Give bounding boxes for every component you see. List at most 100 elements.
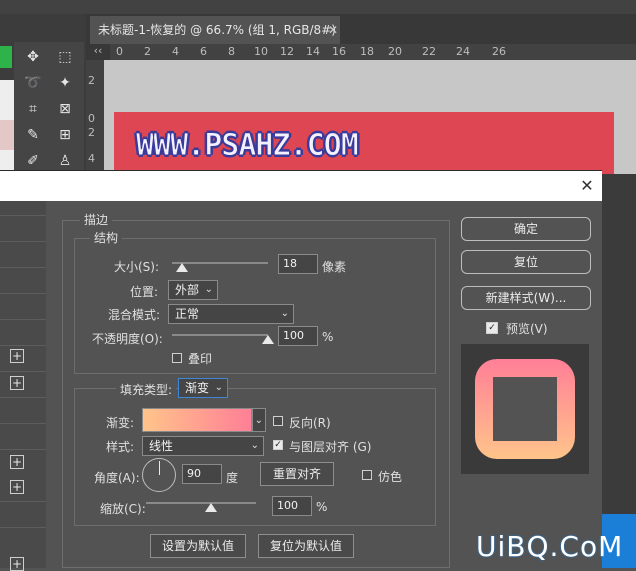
reset-alignment-button[interactable]: 重置对齐 [260, 462, 334, 486]
overprint-label: 叠印 [188, 352, 213, 366]
style-label: 样式: [106, 440, 135, 454]
marquee-tool-icon[interactable]: ⬚ [54, 46, 76, 68]
style-preview [461, 344, 589, 474]
tools-column: ✥ ⬚ ➰ ✦ ⌗ ⊠ ✎ ⊞ ✐ ♙ [14, 42, 84, 174]
blend-mode-value: 正常 [175, 307, 200, 321]
add-effect-plus-icon[interactable]: + [10, 349, 24, 363]
left-edge-swatch [0, 120, 14, 150]
opacity-input[interactable]: 100 [278, 326, 318, 346]
size-input[interactable]: 18 [278, 254, 318, 274]
angle-dial-needle [159, 461, 160, 475]
gradient-swatch[interactable] [142, 408, 252, 432]
size-unit: 像素 [322, 260, 347, 274]
crop-tool-icon[interactable]: ⌗ [22, 98, 44, 120]
set-default-button[interactable]: 设置为默认值 [150, 534, 246, 558]
chevron-down-icon: ⌄ [254, 415, 263, 426]
effects-list-panel: + + + + + [0, 201, 46, 571]
opacity-slider-thumb[interactable] [262, 335, 274, 344]
horizontal-ruler: 0 2 4 6 8 10 12 14 16 18 20 22 24 26 [110, 44, 636, 60]
preview-label: 预览(V) [506, 322, 548, 336]
chevron-down-icon: ⌄ [214, 382, 223, 393]
document-tab[interactable]: 未标题-1-恢复的 @ 66.7% (组 1, RGB/8#) * [90, 16, 340, 65]
ruler-tick: 18 [360, 45, 374, 58]
document-close-icon[interactable]: ✕ [328, 16, 338, 44]
canvas-headline: WWW.PSAHZ.COM [136, 128, 360, 164]
blend-mode-select[interactable]: 正常 ⌄ [168, 304, 294, 324]
scale-slider-thumb[interactable] [205, 503, 217, 512]
ruler-tick: 0 [88, 112, 95, 125]
dialog-title-bar[interactable] [0, 171, 602, 201]
move-tool-icon[interactable]: ✥ [22, 46, 44, 68]
opacity-slider-track[interactable] [172, 334, 268, 336]
opacity-unit: % [322, 330, 334, 344]
scale-label: 缩放(C): [100, 502, 146, 516]
fill-type-value: 渐变 [185, 381, 210, 395]
position-select[interactable]: 外部 ⌄ [168, 280, 218, 300]
ruler-tick: 6 [200, 45, 207, 58]
style-value: 线性 [149, 439, 174, 453]
ruler-tick: 2 [144, 45, 151, 58]
structure-title: 结构 [90, 229, 123, 246]
ruler-tick: 0 [116, 45, 123, 58]
app-top-bar [0, 0, 636, 14]
gradient-label: 渐变: [106, 416, 135, 430]
position-value: 外部 [175, 283, 200, 297]
frame-tool-icon[interactable]: ⊠ [54, 98, 76, 120]
new-style-button[interactable]: 新建样式(W)... [461, 286, 591, 310]
ruler-tick: 24 [456, 45, 470, 58]
lasso-tool-icon[interactable]: ➰ [22, 72, 44, 94]
reset-default-button[interactable]: 复位为默认值 [258, 534, 354, 558]
ruler-tick: 12 [280, 45, 294, 58]
angle-unit: 度 [226, 471, 239, 485]
scale-input[interactable]: 100 [272, 496, 312, 516]
green-indicator [0, 46, 12, 68]
reverse-label: 反向(R) [289, 416, 331, 430]
style-select[interactable]: 线性 ⌄ [142, 436, 264, 456]
brush-tool-icon[interactable]: ✐ [22, 150, 44, 172]
opacity-label: 不透明度(O): [92, 332, 163, 346]
scale-slider-track[interactable] [146, 502, 256, 504]
gradient-dropdown[interactable]: ⌄ [252, 408, 266, 432]
ruler-tick: 26 [492, 45, 506, 58]
vertical-ruler: 2 0 2 4 [86, 60, 104, 174]
add-effect-plus-icon[interactable]: + [10, 480, 24, 494]
size-label: 大小(S): [114, 260, 160, 274]
chevron-down-icon: ⌄ [204, 284, 213, 295]
reset-button[interactable]: 复位 [461, 250, 591, 274]
section-title: 描边 [80, 211, 113, 228]
eyedropper-tool-icon[interactable]: ✎ [22, 124, 44, 146]
align-with-layer-label: 与图层对齐 (G) [289, 440, 372, 454]
angle-input[interactable]: 90 [182, 464, 222, 484]
patch-tool-icon[interactable]: ⊞ [54, 124, 76, 146]
preview-fill-square [493, 377, 557, 441]
ruler-tick: 10 [254, 45, 268, 58]
align-with-layer-checkbox[interactable]: ✓ [273, 440, 283, 450]
angle-dial[interactable] [142, 458, 176, 492]
overprint-checkbox[interactable] [172, 353, 182, 363]
add-effect-plus-icon[interactable]: + [10, 455, 24, 469]
ruler-tick: 2 [88, 74, 95, 87]
angle-label: 角度(A): [94, 471, 140, 485]
position-label: 位置: [130, 285, 159, 299]
magic-wand-tool-icon[interactable]: ✦ [54, 72, 76, 94]
right-panel-strip [602, 174, 636, 568]
dither-checkbox[interactable] [362, 470, 372, 480]
dither-label: 仿色 [378, 470, 403, 484]
size-slider-thumb[interactable] [175, 263, 188, 272]
dialog-close-icon[interactable]: ✕ [576, 171, 598, 201]
preview-checkbox[interactable]: ✓ [486, 322, 498, 334]
add-effect-plus-icon[interactable]: + [10, 557, 24, 571]
ruler-tick: 22 [422, 45, 436, 58]
stamp-tool-icon[interactable]: ♙ [54, 150, 76, 172]
ruler-tick: 8 [228, 45, 235, 58]
add-effect-plus-icon[interactable]: + [10, 376, 24, 390]
ruler-tick: 4 [172, 45, 179, 58]
ruler-tick: 4 [88, 152, 95, 165]
ruler-tick: 16 [332, 45, 346, 58]
ok-button[interactable]: 确定 [461, 217, 591, 241]
fill-type-select[interactable]: 渐变 ⌄ [178, 378, 228, 398]
blend-mode-label: 混合模式: [108, 308, 161, 322]
reverse-checkbox[interactable] [273, 416, 283, 426]
ruler-tick: 2 [88, 126, 95, 139]
chevron-down-icon: ⌄ [280, 308, 289, 319]
